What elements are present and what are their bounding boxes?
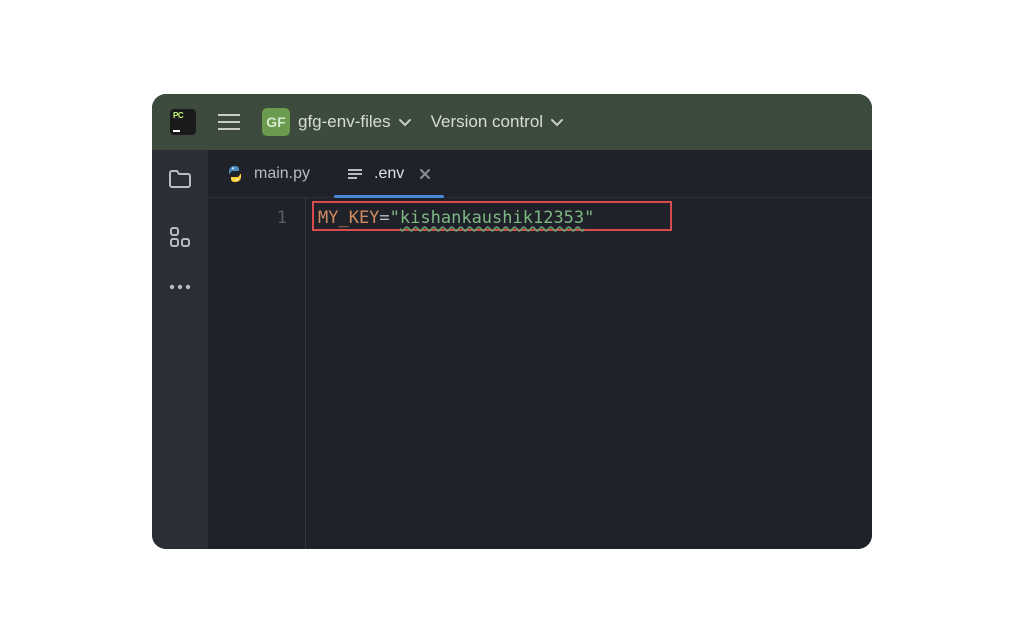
editor-panel: main.py .env (208, 150, 872, 549)
python-file-icon (226, 165, 244, 183)
code-editor[interactable]: 1 MY_KEY="kishankaushik12353" (208, 198, 872, 549)
structure-tool-icon[interactable] (169, 226, 191, 248)
main-menu-icon[interactable] (218, 114, 240, 130)
main-area: main.py .env (152, 150, 872, 549)
tab-env[interactable]: .env (328, 150, 450, 197)
left-tool-rail (152, 150, 208, 549)
project-badge: GF (262, 108, 290, 136)
quote-token: " (584, 208, 594, 228)
chevron-down-icon (551, 119, 561, 125)
close-tab-icon[interactable] (418, 167, 432, 181)
line-number: 1 (208, 204, 287, 232)
code-line[interactable]: MY_KEY="kishankaushik12353" (306, 204, 872, 232)
quote-token: " (390, 208, 400, 228)
tab-label: main.py (254, 165, 310, 183)
pycharm-app-icon[interactable]: PC (170, 109, 196, 135)
code-content[interactable]: MY_KEY="kishankaushik12353" (306, 198, 872, 549)
env-value-token: kishankaushik12353 (400, 208, 584, 228)
title-bar: PC GF gfg-env-files Version control (152, 94, 872, 150)
operator-token: = (379, 208, 389, 228)
editor-tab-bar: main.py .env (208, 150, 872, 198)
version-control-menu[interactable]: Version control (431, 112, 561, 132)
env-key-token: MY_KEY (318, 208, 379, 228)
tab-main-py[interactable]: main.py (208, 150, 328, 197)
version-control-label: Version control (431, 112, 543, 132)
line-number-gutter: 1 (208, 198, 306, 549)
project-name: gfg-env-files (298, 112, 391, 132)
project-selector[interactable]: GF gfg-env-files (262, 108, 409, 136)
tab-label: .env (374, 165, 404, 183)
project-tool-icon[interactable] (168, 168, 192, 190)
generic-file-icon (346, 165, 364, 183)
ide-window: PC GF gfg-env-files Version control (152, 94, 872, 549)
app-icon-text: PC (173, 111, 183, 120)
chevron-down-icon (399, 119, 409, 125)
more-tools-icon[interactable] (169, 284, 191, 290)
